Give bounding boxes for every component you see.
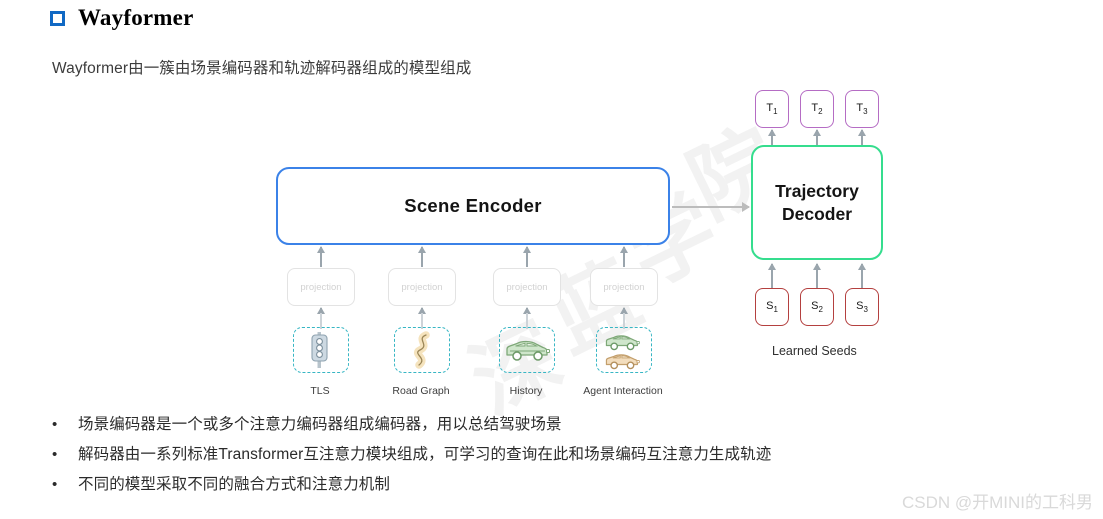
bullet-marker: • — [52, 445, 58, 463]
page-title: Wayformer — [78, 5, 194, 30]
arrow-encoder-to-decoder — [672, 206, 749, 208]
projection-label: projection — [506, 281, 548, 293]
learned-seed-s3: S3 — [845, 288, 879, 326]
arrow-s1-to-decoder — [771, 264, 773, 288]
learned-seed-label: S1 — [766, 300, 778, 314]
projection-box-agent-interaction: projection — [590, 268, 658, 306]
list-item: • 场景编码器是一个或多个注意力编码器组成编码器，用以总结驾驶场景 — [52, 415, 1052, 436]
bullet-text: 解码器由一系列标准Transformer互注意力模块组成，可学习的查询在此和场景… — [78, 445, 772, 463]
bullet-marker: • — [52, 475, 58, 493]
arrow-decoder-to-t2 — [816, 130, 818, 146]
learned-seed-s1: S1 — [755, 288, 789, 326]
slide-canvas: Wayformer Wayformer由一簇由场景编码器和轨迹解码器组成的模型组… — [0, 0, 1103, 519]
arrow-decoder-to-t1 — [771, 130, 773, 146]
two-cars-icon — [605, 335, 640, 370]
traffic-light-icon — [311, 332, 328, 368]
page-header: Wayformer — [50, 5, 193, 31]
arrow-projection3-to-encoder — [526, 247, 528, 267]
learned-seed-s2: S2 — [800, 288, 834, 326]
arrow-projection4-to-encoder — [623, 247, 625, 267]
csdn-watermark: CSDN @开MINI的工科男 — [901, 493, 1093, 512]
list-item: • 解码器由一系列标准Transformer互注意力模块组成，可学习的查询在此和… — [52, 445, 1052, 466]
output-token-label: T1 — [766, 102, 778, 116]
learned-seed-label: S2 — [811, 300, 823, 314]
trajectory-decoder-node: Trajectory Decoder — [751, 145, 883, 260]
arrow-s3-to-decoder — [861, 264, 863, 288]
projection-label: projection — [401, 281, 443, 293]
input-box-history — [499, 327, 555, 373]
input-caption-road-graph: Road Graph — [392, 385, 450, 397]
arrow-s2-to-decoder — [816, 264, 818, 288]
arrow-decoder-to-t3 — [861, 130, 863, 146]
projection-label: projection — [603, 281, 645, 293]
bullet-marker: • — [52, 416, 58, 433]
trajectory-decoder-line2: Decoder — [781, 203, 853, 224]
projection-box-road-graph: projection — [388, 268, 456, 306]
bullet-text: 不同的模型采取不同的融合方式和注意力机制 — [78, 475, 391, 493]
wayformer-architecture-diagram: T1 T2 T3 Trajectory Decoder S1 S2 S3 Lea… — [0, 75, 1103, 405]
output-token-t2: T2 — [800, 90, 834, 128]
bullet-text: 场景编码器是一个或多个注意力编码器组成编码器，用以总结驾驶场景 — [78, 416, 562, 433]
projection-label: projection — [300, 281, 342, 293]
arrow-projection2-to-encoder — [421, 247, 423, 267]
input-caption-tls: TLS — [310, 385, 330, 397]
output-token-t1: T1 — [755, 90, 789, 128]
winding-road-icon — [413, 331, 430, 369]
projection-box-tls: projection — [287, 268, 355, 306]
output-token-label: T2 — [811, 102, 823, 116]
input-box-tls — [293, 327, 349, 373]
output-token-label: T3 — [856, 102, 868, 116]
projection-box-history: projection — [493, 268, 561, 306]
blue-square-icon — [50, 10, 65, 26]
output-token-t3: T3 — [845, 90, 879, 128]
scene-encoder-label: Scene Encoder — [404, 195, 542, 216]
arrow-projection1-to-encoder — [320, 247, 322, 267]
learned-seeds-caption: Learned Seeds — [772, 344, 857, 358]
trajectory-decoder-line1: Trajectory — [775, 181, 859, 202]
scene-encoder-node: Scene Encoder — [276, 167, 670, 245]
input-caption-agent-interaction: Agent Interaction — [583, 385, 663, 397]
input-box-agent-interaction — [596, 327, 652, 373]
input-caption-history: History — [509, 385, 543, 397]
learned-seed-label: S3 — [856, 300, 868, 314]
car-icon — [506, 340, 550, 361]
input-box-road-graph — [394, 327, 450, 373]
